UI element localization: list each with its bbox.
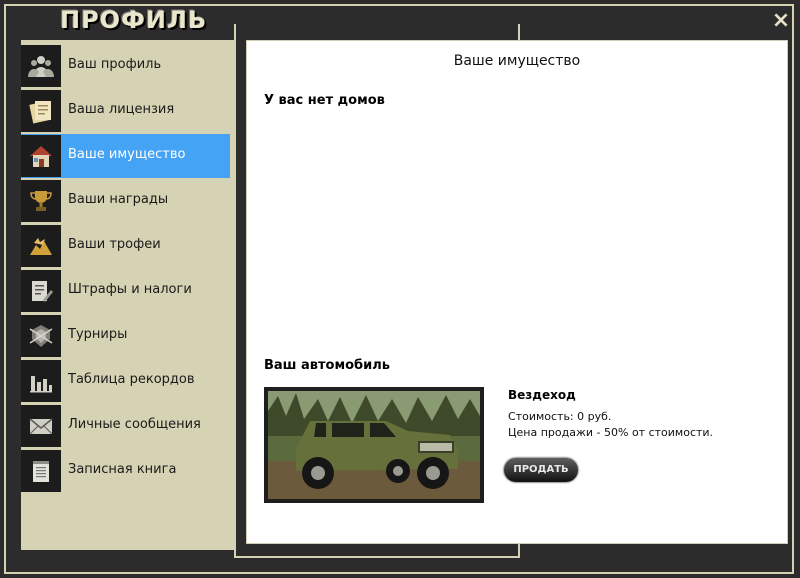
sidebar-item-fines[interactable]: Штрафы и налоги — [21, 269, 230, 313]
sidebar-item-records[interactable]: Таблица рекордов — [21, 359, 230, 403]
car-cost: Стоимость: 0 руб. — [508, 410, 612, 423]
trophy-icon — [30, 191, 52, 211]
sidebar-item-license[interactable]: Ваша лицензия — [21, 89, 230, 133]
sidebar-item-notebook[interactable]: Записная книга — [21, 449, 230, 493]
sidebar-item-label: Штрафы и налоги — [68, 282, 192, 297]
sidebar-item-messages[interactable]: Личные сообщения — [21, 404, 230, 448]
users-icon — [28, 56, 54, 77]
sidebar-item-label: Турниры — [68, 327, 128, 342]
car-name: Вездеход — [508, 388, 576, 402]
sidebar-item-label: Ваши трофеи — [68, 237, 161, 252]
sidebar-item-label: Ваши награды — [68, 192, 169, 207]
page-title: Ваше имущество — [453, 53, 581, 69]
sidebar-item-trophies[interactable]: Ваши трофеи — [21, 224, 230, 268]
sidebar-item-label: Таблица рекордов — [68, 372, 195, 387]
notebook-icon — [33, 461, 49, 482]
property-panel: Ваше имущество У вас нет домов Ваш автом… — [246, 40, 788, 544]
window-title: ПРОФИЛЬ — [60, 6, 208, 34]
hummer-vehicle-icon — [268, 391, 480, 499]
car-heading: Ваш автомобиль — [264, 358, 390, 373]
sidebar-item-awards[interactable]: Ваши награды — [21, 179, 230, 223]
sidebar: Ваш профиль Ваша лицензия Ваше имущество… — [21, 40, 234, 550]
sidebar-item-property[interactable]: Ваше имущество — [21, 134, 230, 178]
sell-button[interactable]: ПРОДАТЬ — [504, 458, 578, 482]
bar-chart-icon — [30, 376, 52, 393]
close-icon[interactable]: × — [770, 10, 792, 32]
sidebar-item-label: Ваше имущество — [68, 147, 186, 162]
sidebar-item-label: Ваш профиль — [68, 57, 162, 72]
tournament-emblem-icon — [29, 325, 53, 347]
sidebar-item-profile[interactable]: Ваш профиль — [21, 44, 230, 88]
envelope-icon — [29, 418, 53, 435]
houses-heading: У вас нет домов — [264, 93, 385, 108]
house-icon — [30, 146, 52, 167]
sidebar-item-tournaments[interactable]: Турниры — [21, 314, 230, 358]
documents-icon — [29, 101, 51, 124]
sidebar-item-label: Записная книга — [68, 462, 177, 477]
sidebar-item-label: Ваша лицензия — [68, 102, 175, 117]
fines-document-icon — [32, 281, 53, 302]
sidebar-item-label: Личные сообщения — [68, 417, 201, 432]
car-sale-price: Цена продажи - 50% от стоимости. — [508, 426, 714, 439]
trophy-heap-icon — [30, 238, 52, 255]
profile-window: ПРОФИЛЬ × Ваш профиль Ваша лицензия Ваше… — [0, 0, 800, 578]
car-image — [264, 387, 484, 503]
